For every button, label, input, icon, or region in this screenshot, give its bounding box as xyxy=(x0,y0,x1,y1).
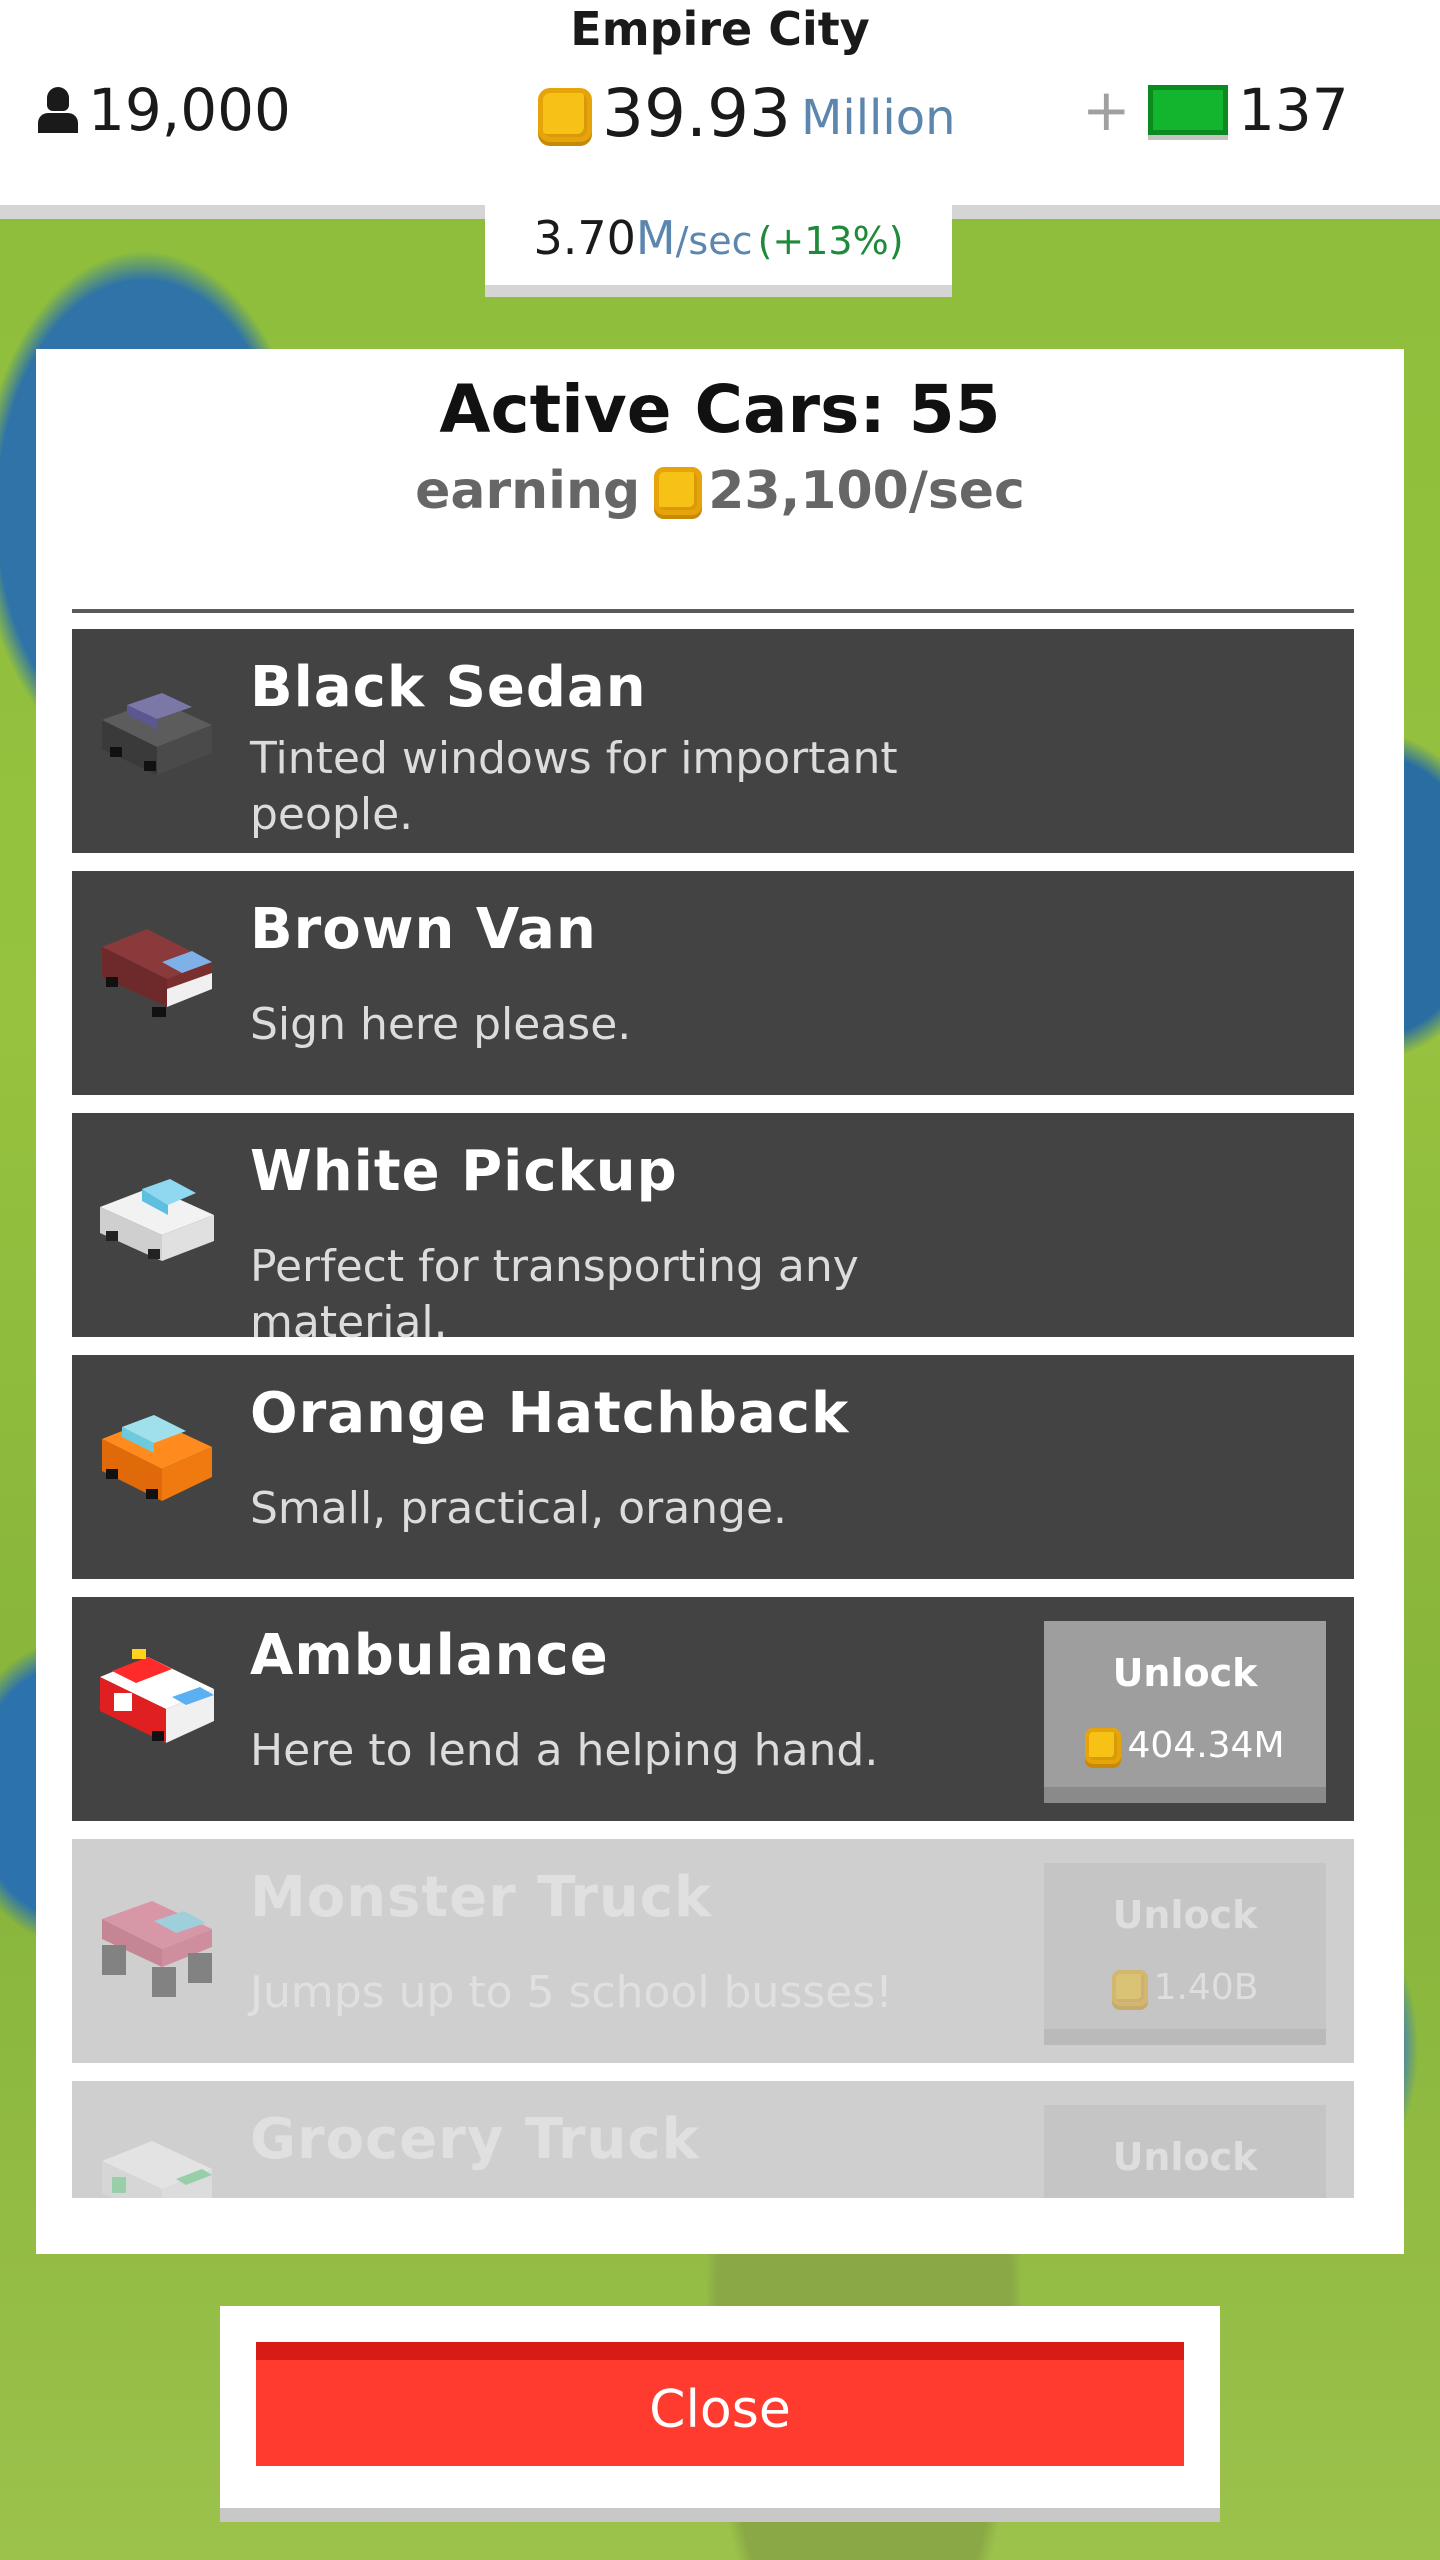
car-name: Black Sedan xyxy=(250,655,647,720)
ambulance-icon xyxy=(100,1649,214,1743)
earning-value: 23,100/sec xyxy=(708,461,1025,521)
car-name: White Pickup xyxy=(250,1139,678,1204)
car-name: Monster Truck xyxy=(250,1865,713,1930)
unlock-price-value: 1.40B xyxy=(1153,1967,1259,2008)
car-list[interactable]: Black Sedan Tinted windows for important… xyxy=(72,609,1354,2198)
car-description: Tinted windows for important people. xyxy=(250,733,898,840)
car-description: Small, practical, orange. xyxy=(250,1483,788,1534)
unlock-button: Unlock 1.40B xyxy=(1044,1863,1326,2045)
car-description: Perfect for transporting any material. xyxy=(250,1241,859,1348)
money-counter: 39.93 Million xyxy=(538,74,956,154)
car-row-grocery-truck: Grocery Truck Unlock xyxy=(72,2081,1354,2198)
coin-icon xyxy=(654,467,703,515)
top-status-bar: Empire City 19,000 39.93 Million + 137 xyxy=(0,0,1440,219)
rate-per: /sec xyxy=(675,219,753,263)
money-value: 39.93 xyxy=(602,75,791,152)
unlock-label: Unlock xyxy=(1112,1893,1258,1937)
earning-label: earning xyxy=(415,461,641,521)
car-row-orange-hatchback[interactable]: Orange Hatchback Small, practical, orang… xyxy=(72,1355,1354,1579)
cash-gem-icon xyxy=(1148,85,1228,135)
gem-value: 137 xyxy=(1238,76,1349,144)
car-row-white-pickup[interactable]: White Pickup Perfect for transporting an… xyxy=(72,1113,1354,1348)
unlock-label: Unlock xyxy=(1112,1651,1258,1695)
unlock-price: 1.40B xyxy=(1044,1967,1326,2008)
earning-summary: earning 23,100/sec xyxy=(36,461,1404,521)
coin-icon xyxy=(538,88,592,142)
unlock-price-value: 404.34M xyxy=(1127,1725,1285,1766)
car-name: Grocery Truck xyxy=(250,2107,700,2172)
rate-unit: M xyxy=(635,211,676,265)
close-button-frame: Close xyxy=(220,2306,1220,2522)
rate-value: 3.70 xyxy=(533,211,636,265)
population-counter: 19,000 xyxy=(36,76,291,144)
car-row-black-sedan[interactable]: Black Sedan Tinted windows for important… xyxy=(72,629,1354,853)
rate-bonus: (+13%) xyxy=(757,219,904,263)
person-icon xyxy=(36,87,80,133)
coin-icon xyxy=(1085,1727,1122,1764)
black-sedan-icon xyxy=(102,693,212,775)
unlock-label: Unlock xyxy=(1112,2135,1258,2179)
unlock-button: Unlock xyxy=(1044,2105,1326,2198)
car-name: Brown Van xyxy=(250,897,597,962)
grocery-truck-icon xyxy=(102,2141,212,2198)
car-description: Jumps up to 5 school busses! xyxy=(250,1967,893,2018)
orange-hatchback-icon xyxy=(102,1415,212,1501)
active-cars-panel: Active Cars: 55 earning 23,100/sec Black xyxy=(36,349,1404,2254)
car-name: Ambulance xyxy=(250,1623,609,1688)
car-row-monster-truck: Monster Truck Jumps up to 5 school busse… xyxy=(72,1839,1354,2063)
unlock-price: 404.34M xyxy=(1044,1725,1326,1766)
car-row-ambulance[interactable]: Ambulance Here to lend a helping hand. U… xyxy=(72,1597,1354,1821)
brown-van-icon xyxy=(102,929,212,1017)
population-value: 19,000 xyxy=(88,76,291,144)
coin-icon xyxy=(1111,1969,1148,2006)
buy-gems-plus-button[interactable]: + xyxy=(1082,76,1131,144)
monster-truck-icon xyxy=(102,1901,212,1997)
close-button[interactable]: Close xyxy=(256,2342,1184,2466)
panel-title: Active Cars: 55 xyxy=(439,371,1001,448)
money-unit: Million xyxy=(800,90,956,146)
income-rate-tab: 3.70M/sec (+13%) xyxy=(485,205,952,297)
gem-counter[interactable]: 137 xyxy=(1148,76,1349,144)
car-description: Here to lend a helping hand. xyxy=(250,1725,879,1776)
car-description: Sign here please. xyxy=(250,999,632,1050)
car-row-brown-van[interactable]: Brown Van Sign here please. xyxy=(72,871,1354,1095)
white-pickup-icon xyxy=(100,1179,214,1261)
car-name: Orange Hatchback xyxy=(250,1381,850,1446)
city-name: Empire City xyxy=(570,2,870,56)
unlock-button[interactable]: Unlock 404.34M xyxy=(1044,1621,1326,1803)
